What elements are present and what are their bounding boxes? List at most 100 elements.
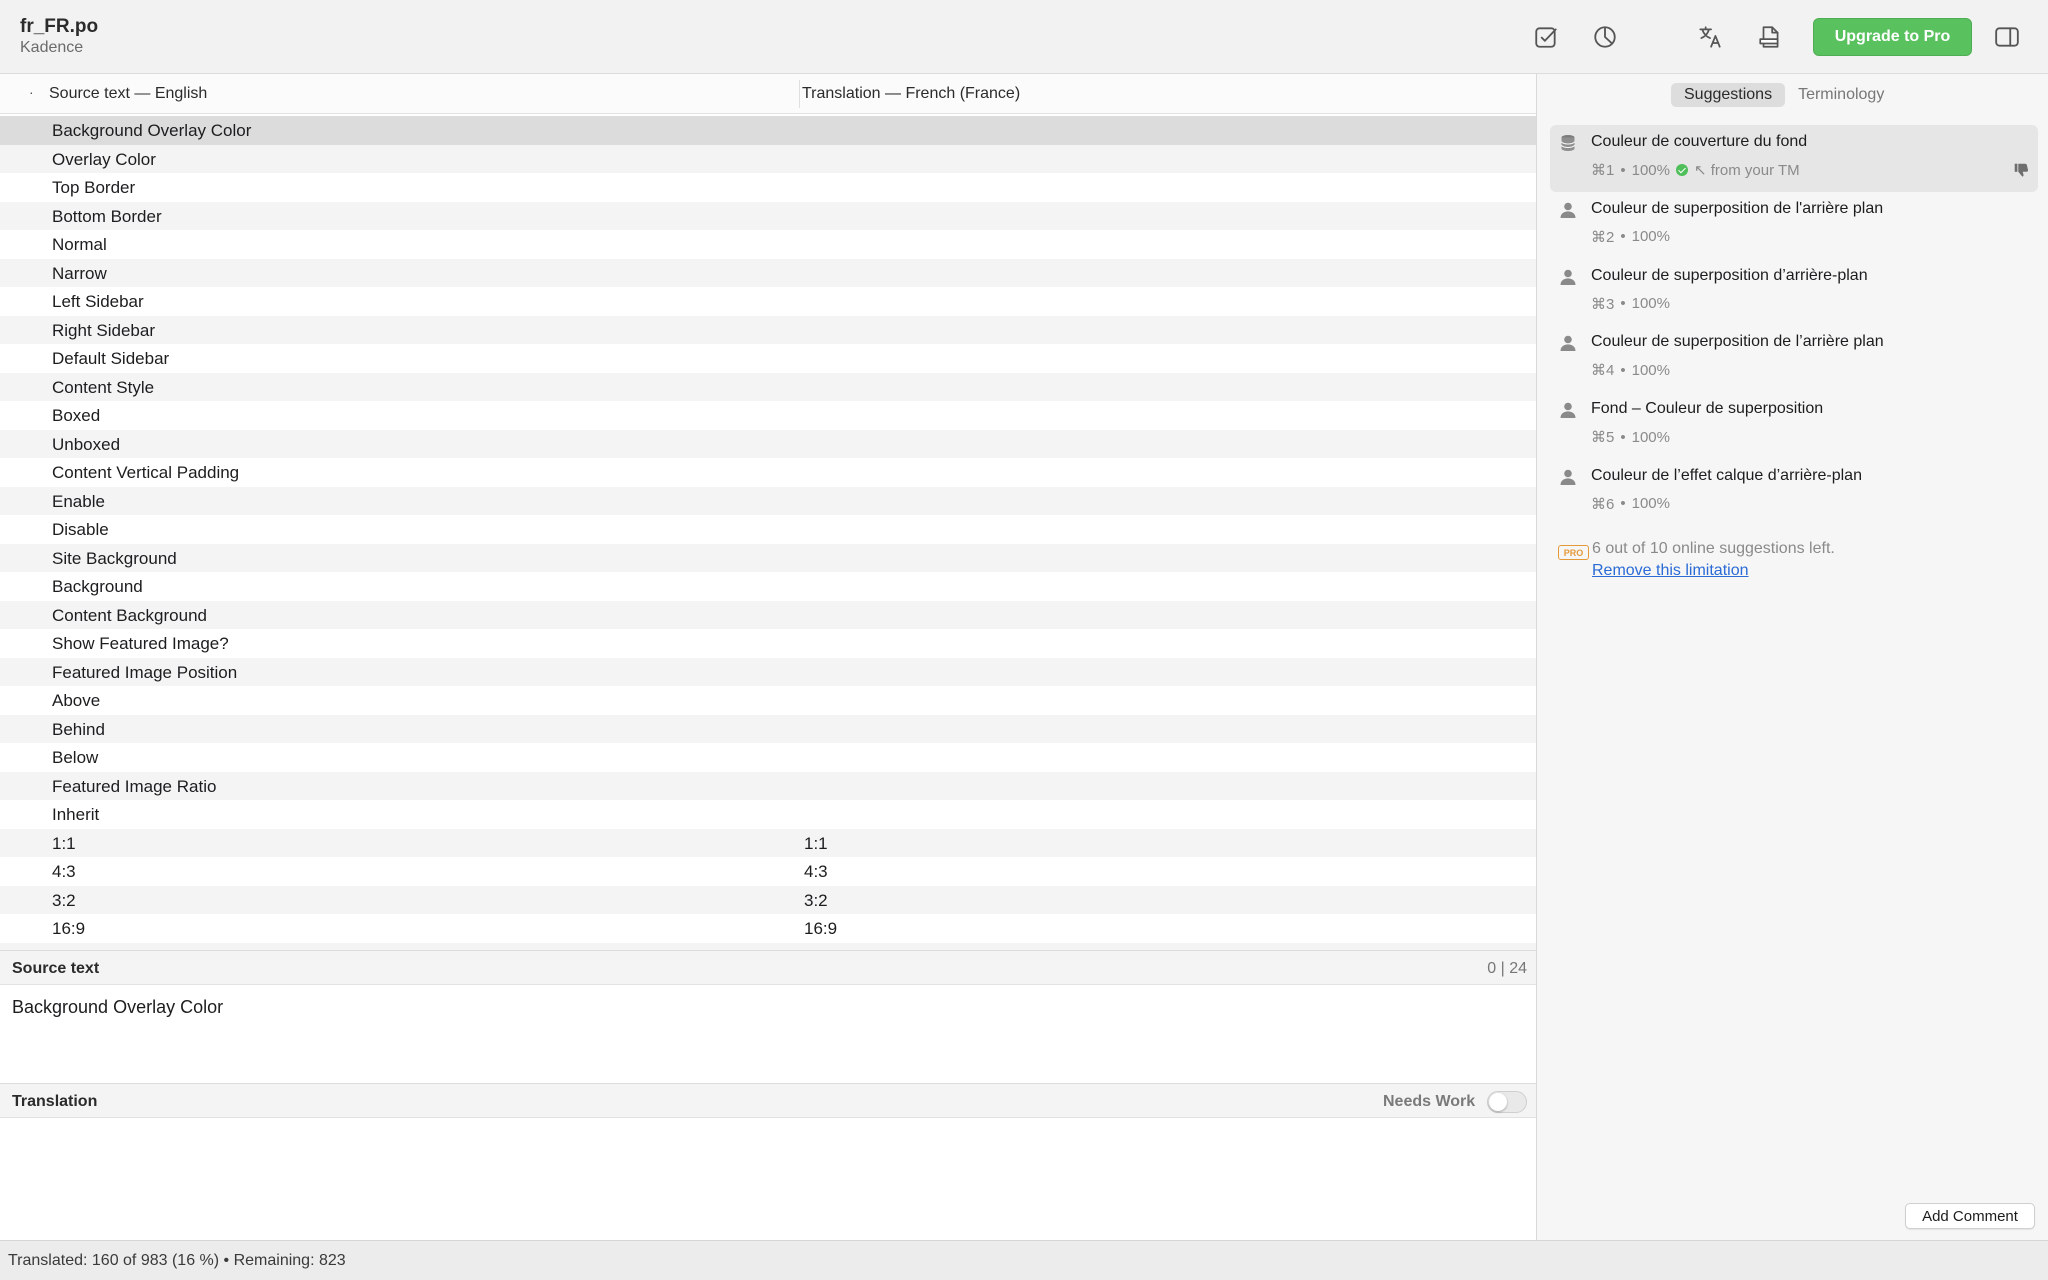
table-row[interactable]: 4:3 4:3	[0, 857, 1536, 886]
suggestion-item[interactable]: Couleur de l’effet calque d’arrière-plan…	[1550, 459, 2038, 526]
needs-work-toggle[interactable]	[1487, 1091, 1527, 1113]
table-row[interactable]: Inherit	[0, 800, 1536, 829]
source-cell: Normal	[52, 235, 107, 254]
suggestion-text: Couleur de l’effet calque d’arrière-plan	[1591, 466, 1862, 484]
table-row[interactable]: 16:9 16:9	[0, 914, 1536, 943]
character-counter: 0 | 24	[1487, 960, 1527, 977]
table-row[interactable]: Narrow	[0, 258, 1536, 287]
translate-icon[interactable]	[1695, 22, 1725, 52]
translation-cell: 4:3	[804, 862, 828, 881]
table-row[interactable]: Background	[0, 572, 1536, 601]
match-score: 100%	[1631, 495, 1670, 513]
person-icon	[1558, 267, 1578, 287]
table-row[interactable]: Featured Image Ratio	[0, 771, 1536, 800]
table-row[interactable]: Site Background	[0, 543, 1536, 572]
table-row[interactable]: Left Sidebar	[0, 287, 1536, 316]
tab-suggestions[interactable]: Suggestions	[1671, 83, 1786, 107]
table-row[interactable]: Normal	[0, 230, 1536, 259]
source-cell: Inherit	[52, 805, 100, 824]
document-icon[interactable]	[1755, 22, 1785, 52]
statistics-icon[interactable]	[1590, 22, 1620, 52]
table-row[interactable]: Content Style	[0, 372, 1536, 401]
source-cell: Content Style	[52, 377, 155, 397]
source-cell: Site Background	[52, 548, 177, 568]
suggestion-item[interactable]: Couleur de couverture du fond ⌘1 • 100% ↖ fr…	[1550, 125, 2038, 192]
suggestion-meta: ⌘6 • 100%	[1591, 495, 1670, 513]
table-row[interactable]: Behind	[0, 714, 1536, 743]
suggestion-item[interactable]: Couleur de superposition d’arrière-plan ⌘…	[1550, 259, 2038, 326]
validate-icon[interactable]	[1531, 22, 1561, 52]
suggestion-text: Couleur de couverture du fond	[1591, 133, 1808, 150]
table-row[interactable]: Featured Image Position	[0, 657, 1536, 686]
suggestion-shortcut: ⌘5	[1591, 429, 1615, 447]
table-row[interactable]: Default Sidebar	[0, 344, 1536, 373]
meta-separator: •	[1620, 361, 1626, 379]
table-row[interactable]: Content Background	[0, 600, 1536, 629]
source-cell: Background Overlay Color	[52, 121, 252, 140]
table-row[interactable]: Bottom Border	[0, 201, 1536, 230]
source-text-label: Source text	[12, 960, 100, 977]
match-score: 100%	[1631, 161, 1670, 179]
suggestions-panel: Suggestions Terminology Couleur de couve…	[1536, 74, 2048, 1240]
suggestion-meta: ⌘2 • 100%	[1591, 228, 1670, 246]
table-row[interactable]: Background Overlay Color	[0, 116, 1536, 145]
suggestion-shortcut: ⌘2	[1591, 228, 1615, 246]
source-cell: 3:2	[52, 890, 76, 910]
suggestion-item[interactable]: Couleur de superposition de l'arrière pl…	[1550, 192, 2038, 259]
source-cell: Left Sidebar	[52, 292, 144, 311]
suggestion-source: ↖ from your TM	[1693, 162, 1800, 179]
source-cell: Right Sidebar	[52, 320, 156, 340]
column-divider[interactable]	[799, 80, 800, 108]
status-column-header[interactable]: ·	[29, 84, 34, 100]
person-icon	[1558, 467, 1578, 487]
verified-check-icon	[1675, 164, 1688, 176]
table-row[interactable]: Unboxed	[0, 429, 1536, 458]
table-row[interactable]: Above	[0, 686, 1536, 715]
table-row[interactable]: Enable	[0, 486, 1536, 515]
meta-separator: •	[1620, 161, 1626, 179]
suggestion-item[interactable]: Couleur de superposition de l’arrière pl…	[1550, 325, 2038, 392]
tab-terminology[interactable]: Terminology	[1785, 83, 1897, 107]
source-cell: Enable	[52, 491, 105, 511]
table-row[interactable]: Right Sidebar	[0, 315, 1536, 344]
pro-badge: PRO	[1558, 545, 1589, 560]
source-cell: Overlay Color	[52, 149, 156, 169]
source-cell: Featured Image Ratio	[52, 776, 217, 796]
table-row[interactable]: Content Vertical Padding	[0, 458, 1536, 487]
table-row[interactable]: Show Featured Image?	[0, 629, 1536, 658]
translation-input[interactable]	[0, 1118, 1536, 1240]
string-list: · Source text — English Translation — Fr…	[0, 74, 1536, 951]
upgrade-to-pro-button[interactable]: Upgrade to Pro	[1813, 18, 1972, 56]
suggestion-limit-text: 6 out of 10 online suggestions left.	[1592, 540, 1835, 557]
source-cell: 1:1	[52, 833, 76, 853]
source-cell: Top Border	[52, 178, 136, 197]
suggestion-shortcut: ⌘4	[1591, 362, 1615, 380]
sidebar-toggle-icon[interactable]	[1992, 22, 2022, 52]
source-cell: 4:3	[52, 862, 76, 881]
suggestion-meta: ⌘1 • 100% ↖ from your TM	[1591, 161, 1800, 180]
string-rows: Background Overlay Color Overlay Color Top…	[0, 116, 1536, 951]
table-row[interactable]: Disable	[0, 515, 1536, 544]
translation-column-header[interactable]: Translation — French (France)	[802, 85, 1020, 103]
meta-separator: •	[1620, 228, 1626, 246]
source-column-header[interactable]: Source text — English	[49, 85, 207, 103]
meta-separator: •	[1620, 295, 1626, 313]
table-row[interactable]: Overlay Color	[0, 144, 1536, 173]
source-text-view[interactable]: Background Overlay Color	[0, 985, 1536, 1083]
source-cell: Boxed	[52, 406, 101, 425]
suggestion-shortcut: ⌘3	[1591, 295, 1615, 313]
thumbs-down-icon[interactable]	[2012, 161, 2030, 179]
document-title: fr_FR.po	[20, 16, 99, 37]
table-row[interactable]: Below	[0, 743, 1536, 772]
table-row[interactable]: Top Border	[0, 173, 1536, 202]
add-comment-button[interactable]: Add Comment	[1905, 1203, 2035, 1229]
person-icon	[1558, 400, 1578, 420]
table-row[interactable]: 1:1 1:1	[0, 828, 1536, 857]
source-cell: Above	[52, 691, 101, 710]
suggestion-item[interactable]: Fond – Couleur de superposition ⌘5 • 100%	[1550, 392, 2038, 459]
table-row[interactable]: 3:2 3:2	[0, 885, 1536, 914]
remove-limitation-link[interactable]: Remove this limitation	[1592, 562, 1749, 580]
table-row[interactable]: Boxed	[0, 401, 1536, 430]
translation-cell: 3:2	[804, 890, 828, 910]
source-cell: Below	[52, 748, 99, 767]
